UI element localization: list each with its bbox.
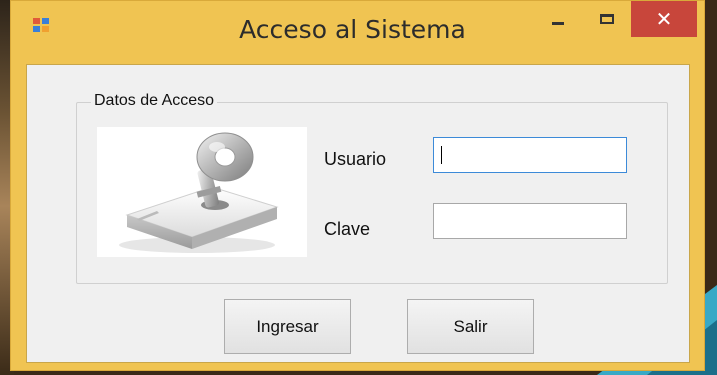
maximize-button[interactable] — [585, 1, 629, 37]
form-client-area: Datos de Acceso Usuario Clave Ingresar S… — [26, 64, 690, 363]
ingresar-button[interactable]: Ingresar — [224, 299, 351, 354]
clave-input[interactable] — [433, 203, 627, 239]
close-button[interactable]: ✕ — [631, 1, 697, 37]
salir-button[interactable]: Salir — [407, 299, 534, 354]
usuario-input[interactable] — [433, 137, 627, 173]
minimize-icon — [552, 21, 564, 25]
usuario-label: Usuario — [324, 149, 387, 169]
minimize-button[interactable] — [536, 1, 580, 37]
text-caret — [441, 146, 442, 164]
key-lock-image — [97, 127, 307, 257]
title-bar[interactable]: Acceso al Sistema ✕ — [11, 1, 704, 59]
login-window: Acceso al Sistema ✕ Datos de Acceso Usua… — [10, 0, 705, 371]
groupbox-legend: Datos de Acceso — [91, 92, 218, 110]
close-icon: ✕ — [655, 7, 673, 31]
clave-label: Clave — [324, 219, 371, 239]
maximize-icon — [600, 14, 614, 24]
